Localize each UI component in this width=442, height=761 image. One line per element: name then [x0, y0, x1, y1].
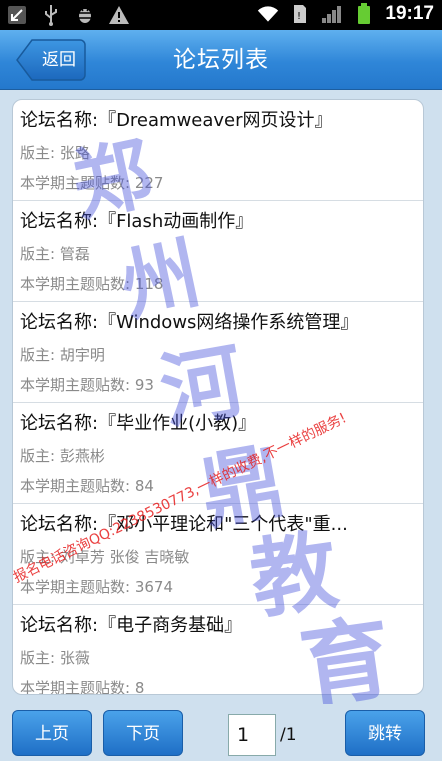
- forum-owner: 版主: 管磊: [20, 245, 90, 263]
- forum-item[interactable]: 论坛名称:『Dreamweaver网页设计』 版主: 张路 本学期主题贴数: 2…: [13, 100, 423, 201]
- svg-text:!: !: [297, 11, 301, 22]
- go-page-button[interactable]: 跳转: [345, 710, 425, 756]
- sim-icon: !: [289, 3, 311, 25]
- forum-owner: 版主: 张路: [20, 144, 90, 162]
- status-time: 19:17: [385, 3, 434, 24]
- forum-post-count: 本学期主题贴数: 84: [20, 477, 154, 495]
- forum-item[interactable]: 论坛名称:『电子商务基础』 版主: 张薇 本学期主题贴数: 8: [13, 605, 423, 695]
- back-button[interactable]: 返回: [16, 39, 86, 81]
- signal-icon: [321, 3, 343, 25]
- android-debug-icon: [74, 4, 96, 26]
- forum-item[interactable]: 论坛名称:『邓小平理论和"三个代表"重... 版主: 刘卓芳 张俊 吉晓敏 本学…: [13, 504, 423, 605]
- status-bar: ! 19:17: [0, 0, 442, 30]
- forum-owner: 版主: 胡宇明: [20, 346, 105, 364]
- forum-owner: 版主: 张薇: [20, 649, 90, 667]
- forum-post-count: 本学期主题贴数: 8: [20, 679, 145, 695]
- forum-owner: 版主: 刘卓芳 张俊 吉晓敏: [20, 548, 190, 566]
- forum-item[interactable]: 论坛名称:『Flash动画制作』 版主: 管磊 本学期主题贴数: 118: [13, 201, 423, 302]
- prev-page-button[interactable]: 上页: [12, 710, 92, 756]
- warning-icon: [108, 4, 130, 26]
- forum-post-count: 本学期主题贴数: 227: [20, 174, 164, 192]
- forum-name: 论坛名称:『毕业作业(小教)』: [20, 413, 257, 434]
- next-page-button[interactable]: 下页: [103, 710, 183, 756]
- wifi-icon: [257, 3, 279, 25]
- forum-post-count: 本学期主题贴数: 3674: [20, 578, 173, 596]
- content-area: 论坛名称:『Dreamweaver网页设计』 版主: 张路 本学期主题贴数: 2…: [0, 90, 442, 704]
- usb-icon: [40, 4, 62, 26]
- forum-name: 论坛名称:『Windows网络操作系统管理』: [20, 312, 359, 333]
- battery-icon: [353, 3, 375, 25]
- forum-list: 论坛名称:『Dreamweaver网页设计』 版主: 张路 本学期主题贴数: 2…: [12, 99, 424, 695]
- forum-name: 论坛名称:『电子商务基础』: [20, 615, 243, 636]
- title-bar: 论坛列表 返回: [0, 30, 442, 90]
- back-button-label: 返回: [42, 50, 76, 70]
- pager-bar: 上页 下页 1 /1 跳转: [0, 704, 442, 761]
- forum-name: 论坛名称:『Dreamweaver网页设计』: [20, 110, 333, 131]
- forum-item[interactable]: 论坛名称:『毕业作业(小教)』 版主: 彭燕彬 本学期主题贴数: 84: [13, 403, 423, 504]
- forum-name: 论坛名称:『Flash动画制作』: [20, 211, 254, 232]
- forum-name: 论坛名称:『邓小平理论和"三个代表"重...: [20, 514, 348, 535]
- missed-call-icon: [6, 4, 28, 26]
- forum-item[interactable]: 论坛名称:『Windows网络操作系统管理』 版主: 胡宇明 本学期主题贴数: …: [13, 302, 423, 403]
- page-total: /1: [280, 725, 297, 745]
- forum-post-count: 本学期主题贴数: 93: [20, 376, 154, 394]
- forum-post-count: 本学期主题贴数: 118: [20, 275, 164, 293]
- forum-owner: 版主: 彭燕彬: [20, 447, 105, 465]
- page-number-input[interactable]: 1: [228, 714, 276, 756]
